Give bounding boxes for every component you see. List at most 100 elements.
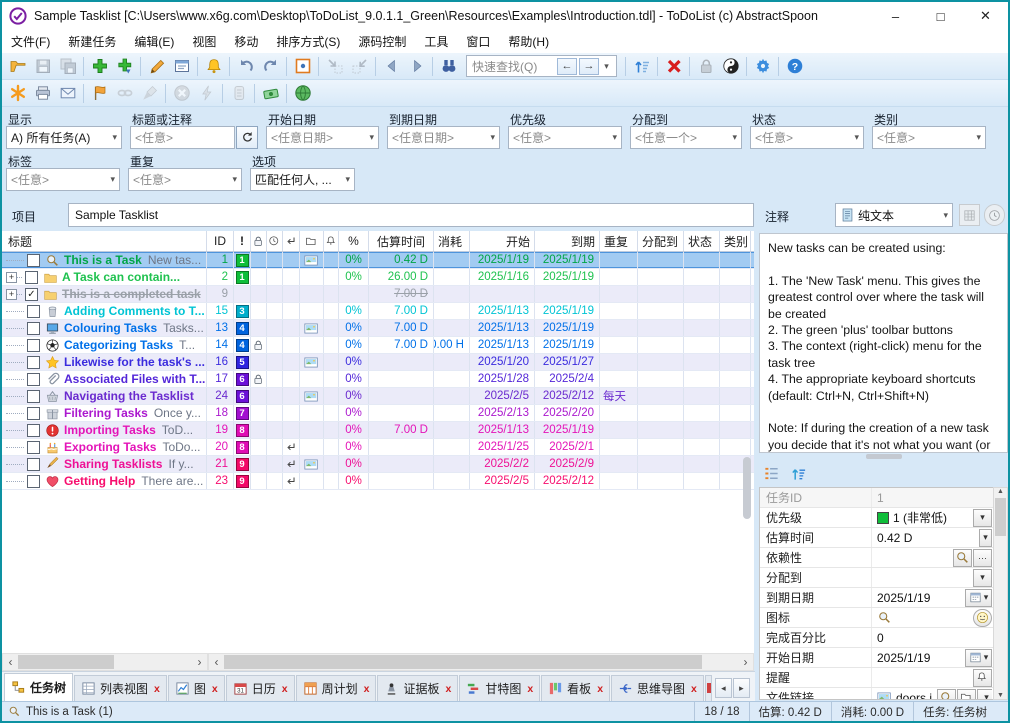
search-button[interactable] xyxy=(953,549,972,567)
group-attributes-icon[interactable] xyxy=(763,465,780,482)
task-title[interactable]: Colouring Tasks xyxy=(64,321,157,335)
toolbar2-link-icon[interactable] xyxy=(112,81,137,105)
column-header-sfolder[interactable] xyxy=(300,231,324,251)
attributes-scrollbar[interactable]: ▲ ▼ xyxy=(993,487,1008,700)
reminder-bell-button[interactable] xyxy=(973,669,992,687)
icon-picker-button[interactable] xyxy=(973,609,992,627)
menu-item-6[interactable]: 源码控制 xyxy=(349,30,415,53)
task-row[interactable]: Sharing TasklistsIf y...2190%2025/2/2202… xyxy=(2,456,754,473)
dropdown-button[interactable]: ▾ xyxy=(973,509,992,527)
task-title[interactable]: This is a completed task xyxy=(62,287,201,301)
toolbar-help-icon[interactable]: ? xyxy=(782,54,807,78)
task-row[interactable]: Importing TasksToD...1980%7.00 D2025/1/1… xyxy=(2,422,754,439)
view-tab-4[interactable]: 周计划x xyxy=(296,675,377,701)
filter-dropdown[interactable]: <任意>▾ xyxy=(750,126,864,149)
scroll-left-icon[interactable]: ‹ xyxy=(3,655,18,669)
task-row[interactable]: +A Task can contain...210%26.00 D2025/1/… xyxy=(2,269,754,286)
attribute-row[interactable]: 任务ID1 xyxy=(760,488,1007,508)
task-row[interactable]: Getting HelpThere are...2390%2025/2/5202… xyxy=(2,473,754,490)
toolbar2-spur-icon[interactable] xyxy=(5,81,30,105)
toolbar-yinyang-icon[interactable] xyxy=(718,54,743,78)
toolbar2-money-icon[interactable] xyxy=(258,81,283,105)
column-header-title[interactable]: 标题 xyxy=(2,231,207,251)
menu-item-3[interactable]: 视图 xyxy=(183,30,225,53)
tasklist-vertical-scrollbar[interactable] xyxy=(743,457,751,519)
column-header-status[interactable]: 状态 xyxy=(684,231,720,251)
scroll-right-icon[interactable]: › xyxy=(738,655,753,669)
task-title[interactable]: Filtering Tasks xyxy=(64,406,148,420)
toolbar2-scroll-icon[interactable] xyxy=(226,81,251,105)
view-tab-0[interactable]: 任务树 xyxy=(4,673,73,701)
toolbar-sortup-icon[interactable] xyxy=(629,54,654,78)
menu-item-7[interactable]: 工具 xyxy=(415,30,457,53)
attribute-value[interactable]: 2025/1/19 xyxy=(877,651,930,665)
toolbar-back-icon[interactable] xyxy=(379,54,404,78)
task-checkbox[interactable] xyxy=(27,254,40,267)
minimize-button[interactable]: – xyxy=(873,9,918,24)
attribute-value[interactable]: 0.42 D xyxy=(877,531,912,545)
task-checkbox[interactable] xyxy=(27,356,40,369)
toolbar-pluschild-icon[interactable] xyxy=(112,54,137,78)
task-checkbox[interactable]: ✓ xyxy=(25,288,38,301)
toolbar-lockg-icon[interactable] xyxy=(693,54,718,78)
column-header-start[interactable]: 开始 xyxy=(470,231,535,251)
toolbar-open-icon[interactable] xyxy=(5,54,30,78)
toolbar-saveall-icon[interactable] xyxy=(55,54,80,78)
filter-dropdown[interactable]: <任意>▾ xyxy=(6,168,120,191)
toolbar2-printer-icon[interactable] xyxy=(30,81,55,105)
column-header-srecur[interactable] xyxy=(283,231,300,251)
toolbar2-broom-icon[interactable] xyxy=(137,81,162,105)
scroll-left-icon[interactable]: ‹ xyxy=(209,655,224,669)
task-checkbox[interactable] xyxy=(27,390,40,403)
maximize-button[interactable]: □ xyxy=(918,9,963,24)
task-row[interactable]: Navigating the Tasklist2460%2025/2/52025… xyxy=(2,388,754,405)
toolbar-movein-icon[interactable] xyxy=(322,54,347,78)
menu-item-5[interactable]: 排序方式(S) xyxy=(267,30,349,53)
column-header-slock[interactable] xyxy=(251,231,267,251)
tabs-scroll-left-button[interactable]: ◂ xyxy=(715,678,732,698)
column-header-est[interactable]: 估算时间 xyxy=(369,231,434,251)
project-title-input[interactable] xyxy=(68,203,754,227)
filter-dropdown[interactable]: <任意日期>▾ xyxy=(266,126,379,149)
partial-tab[interactable] xyxy=(705,675,712,701)
task-title[interactable]: A Task can contain... xyxy=(62,270,180,284)
task-title[interactable]: Navigating the Tasklist xyxy=(64,389,194,403)
toolbar-plus-icon[interactable] xyxy=(87,54,112,78)
column-header-alloc[interactable]: 分配到 xyxy=(638,231,684,251)
attribute-row[interactable]: 分配到▾ xyxy=(760,568,1007,588)
tree-horizontal-scrollbar[interactable]: ‹ › xyxy=(2,653,208,671)
toolbar2-globe-icon[interactable] xyxy=(290,81,315,105)
column-header-pct[interactable]: % xyxy=(339,231,369,251)
filter-dropdown[interactable]: <任意>▾ xyxy=(872,126,986,149)
calendar-button[interactable]: ▾ xyxy=(965,649,992,667)
browse-button[interactable]: ··· xyxy=(973,549,992,567)
close-button[interactable]: ✕ xyxy=(963,8,1008,24)
task-row[interactable]: Filtering TasksOnce y...1870%2025/2/1320… xyxy=(2,405,754,422)
find-previous-button[interactable]: ← xyxy=(557,58,577,75)
attribute-row[interactable]: 提醒 xyxy=(760,668,1007,688)
close-tab-icon[interactable]: x xyxy=(445,683,451,695)
comments-grid-button[interactable] xyxy=(959,204,980,226)
dropdown-button[interactable]: ▾ xyxy=(977,689,992,701)
attribute-row[interactable]: 到期日期2025/1/19▾ xyxy=(760,588,1007,608)
task-row[interactable]: Colouring TasksTasks...1340%7.00 D2025/1… xyxy=(2,320,754,337)
column-header-spent[interactable]: 消耗 xyxy=(434,231,470,251)
attribute-value[interactable]: 2025/1/19 xyxy=(877,591,930,605)
view-tab-5[interactable]: 证据板x xyxy=(377,675,458,701)
spinner-button[interactable]: ▾ xyxy=(979,529,992,547)
toolbar2-envelope-icon[interactable] xyxy=(55,81,80,105)
column-header-pri[interactable]: ! xyxy=(234,231,251,251)
menu-item-4[interactable]: 移动 xyxy=(225,30,267,53)
menu-item-9[interactable]: 帮助(H) xyxy=(499,30,558,53)
view-tab-8[interactable]: 思维导图x xyxy=(611,675,704,701)
task-checkbox[interactable] xyxy=(27,373,40,386)
tabs-scroll-right-button[interactable]: ▸ xyxy=(733,678,750,698)
menu-item-2[interactable]: 编辑(E) xyxy=(125,30,183,53)
column-header-sbell[interactable] xyxy=(324,231,339,251)
comments-format-select[interactable]: 纯文本 ▾ xyxy=(835,203,953,227)
attribute-row[interactable]: 优先级1 (非常低)▾ xyxy=(760,508,1007,528)
attribute-value[interactable]: 1 (非常低) xyxy=(893,509,947,526)
toolbar-save-icon[interactable] xyxy=(30,54,55,78)
close-tab-icon[interactable]: x xyxy=(527,683,533,695)
resize-grip[interactable] xyxy=(996,702,1008,721)
